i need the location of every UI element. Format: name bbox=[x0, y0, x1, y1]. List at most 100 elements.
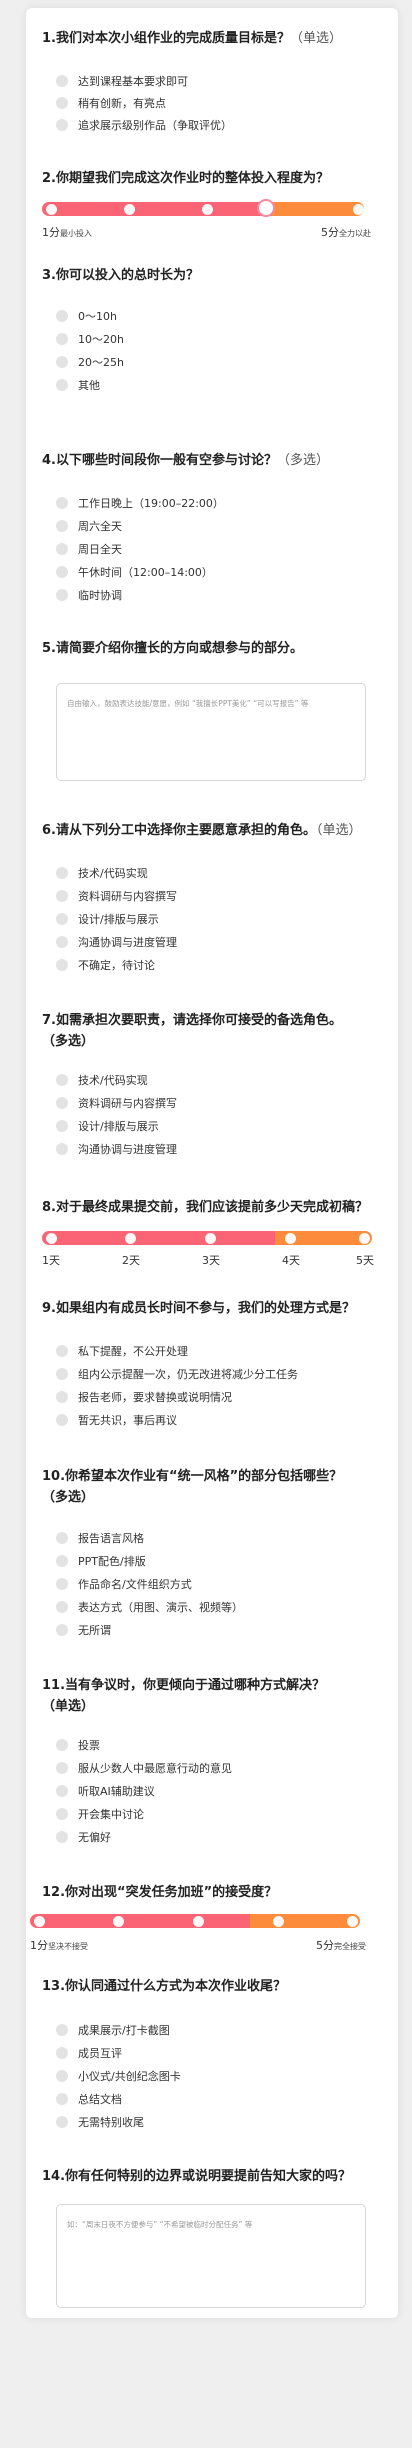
radio-button[interactable] bbox=[56, 1391, 68, 1403]
radio-button[interactable] bbox=[56, 97, 68, 109]
radio-button[interactable] bbox=[56, 2047, 68, 2059]
radio-button[interactable] bbox=[56, 890, 68, 902]
option[interactable]: 技术/代码实现 bbox=[56, 864, 148, 882]
question-title: 9.如果组内有成员长时间不参与，我们的处理方式是？ bbox=[42, 1301, 355, 1316]
radio-button[interactable] bbox=[56, 310, 68, 322]
radio-button[interactable] bbox=[56, 2093, 68, 2105]
option[interactable]: 稍有创新，有亮点 bbox=[56, 94, 166, 112]
radio-button[interactable] bbox=[56, 1831, 68, 1843]
radio-button[interactable] bbox=[56, 959, 68, 971]
radio-button[interactable] bbox=[56, 1739, 68, 1751]
checkbox[interactable] bbox=[56, 1097, 68, 1109]
radio-button[interactable] bbox=[56, 1414, 68, 1426]
question-title: 7.如需承担次要职责，请选择你可接受的备选角色。 （多选） bbox=[42, 1013, 342, 1049]
option[interactable]: 作品命名/文件组织方式 bbox=[56, 1575, 192, 1593]
option[interactable]: 临时协调 bbox=[56, 586, 122, 604]
checkbox[interactable] bbox=[56, 1601, 68, 1613]
radio-button[interactable] bbox=[56, 2024, 68, 2036]
slider-min-label: 1分最小投入 bbox=[42, 226, 92, 239]
radio-button[interactable] bbox=[56, 1762, 68, 1774]
radio-button[interactable] bbox=[56, 333, 68, 345]
radio-button[interactable] bbox=[56, 913, 68, 925]
option[interactable]: 追求展示级别作品（争取评优） bbox=[56, 116, 232, 134]
checkbox[interactable] bbox=[56, 589, 68, 601]
option[interactable]: 10～20h bbox=[56, 330, 124, 348]
slider-tick-label: 4天 bbox=[282, 1254, 300, 1267]
option[interactable]: 设计/排版与展示 bbox=[56, 1117, 159, 1135]
option[interactable]: 报告老师，要求替换或说明情况 bbox=[56, 1388, 232, 1406]
question-title: 10.你希望本次作业有“统一风格”的部分包括哪些？ （多选） bbox=[42, 1469, 343, 1505]
option[interactable]: 成员互评 bbox=[56, 2044, 122, 2062]
text-answer-field[interactable]: 如：“周末日夜不方便参与” “不希望被临时分配任务” 等 bbox=[56, 2204, 366, 2308]
radio-button[interactable] bbox=[56, 1368, 68, 1380]
option[interactable]: 组内公示提醒一次，仍无改进将减少分工任务 bbox=[56, 1365, 298, 1383]
radio-button[interactable] bbox=[56, 356, 68, 368]
slider-knob[interactable] bbox=[257, 199, 275, 217]
option[interactable]: 沟通协调与进度管理 bbox=[56, 933, 177, 951]
radio-button[interactable] bbox=[56, 379, 68, 391]
slider-tick-label: 5天 bbox=[356, 1254, 374, 1267]
rating-slider[interactable] bbox=[30, 1914, 360, 1928]
option[interactable]: 报告语言风格 bbox=[56, 1529, 144, 1547]
radio-button[interactable] bbox=[56, 1345, 68, 1357]
radio-button[interactable] bbox=[56, 2116, 68, 2128]
checkbox[interactable] bbox=[56, 1074, 68, 1086]
slider-tick-label: 2天 bbox=[122, 1254, 140, 1267]
option[interactable]: 0～10h bbox=[56, 307, 117, 325]
checkbox[interactable] bbox=[56, 543, 68, 555]
option[interactable]: 服从少数人中最愿意行动的意见 bbox=[56, 1759, 232, 1777]
slider-max-label: 5分全力以赴 bbox=[321, 226, 371, 239]
radio-button[interactable] bbox=[56, 75, 68, 87]
option[interactable]: 设计/排版与展示 bbox=[56, 910, 159, 928]
option[interactable]: 小仪式/共创纪念图卡 bbox=[56, 2067, 181, 2085]
radio-button[interactable] bbox=[56, 936, 68, 948]
option[interactable]: 无需特别收尾 bbox=[56, 2113, 144, 2131]
question-title: 6.请从下列分工中选择你主要愿意承担的角色。（单选） bbox=[42, 823, 362, 838]
checkbox[interactable] bbox=[56, 1532, 68, 1544]
question-title: 2.你期望我们完成这次作业时的整体投入程度为？ bbox=[42, 171, 329, 186]
option[interactable]: 暂无共识，事后再议 bbox=[56, 1411, 177, 1429]
option[interactable]: 不确定，待讨论 bbox=[56, 956, 155, 974]
option[interactable]: PPT配色/排版 bbox=[56, 1552, 146, 1570]
text-answer-field[interactable]: 自由输入，鼓励表达技能/意愿，例如 “我擅长PPT美化” “可以写报告” 等 bbox=[56, 683, 366, 781]
checkbox[interactable] bbox=[56, 520, 68, 532]
option[interactable]: 周日全天 bbox=[56, 540, 122, 558]
option[interactable]: 工作日晚上（19:00–22:00） bbox=[56, 494, 224, 512]
radio-button[interactable] bbox=[56, 2070, 68, 2082]
option[interactable]: 资料调研与内容撰写 bbox=[56, 887, 177, 905]
question-title: 5.请简要介绍你擅长的方向或想参与的部分。 bbox=[42, 641, 303, 656]
option[interactable]: 表达方式（用图、演示、视频等） bbox=[56, 1598, 243, 1616]
option[interactable]: 听取AI辅助建议 bbox=[56, 1782, 155, 1800]
option[interactable]: 资料调研与内容撰写 bbox=[56, 1094, 177, 1112]
option[interactable]: 周六全天 bbox=[56, 517, 122, 535]
option[interactable]: 开会集中讨论 bbox=[56, 1805, 144, 1823]
option[interactable]: 达到课程基本要求即可 bbox=[56, 72, 188, 90]
option[interactable]: 无所谓 bbox=[56, 1621, 111, 1639]
option[interactable]: 无偏好 bbox=[56, 1828, 111, 1846]
checkbox[interactable] bbox=[56, 1555, 68, 1567]
option[interactable]: 其他 bbox=[56, 376, 100, 394]
option[interactable]: 成果展示/打卡截图 bbox=[56, 2021, 170, 2039]
checkbox[interactable] bbox=[56, 1624, 68, 1636]
checkbox[interactable] bbox=[56, 497, 68, 509]
question-title: 8.对于最终成果提交前，我们应该提前多少天完成初稿？ bbox=[42, 1200, 368, 1215]
question-title: 4.以下哪些时间段你一般有空参与讨论？（多选） bbox=[42, 453, 329, 468]
checkbox[interactable] bbox=[56, 1578, 68, 1590]
checkbox[interactable] bbox=[56, 1143, 68, 1155]
option[interactable]: 沟通协调与进度管理 bbox=[56, 1140, 177, 1158]
checkbox[interactable] bbox=[56, 1120, 68, 1132]
radio-button[interactable] bbox=[56, 1808, 68, 1820]
option[interactable]: 午休时间（12:00–14:00） bbox=[56, 563, 213, 581]
days-slider[interactable] bbox=[42, 1231, 372, 1245]
option[interactable]: 投票 bbox=[56, 1736, 100, 1754]
option[interactable]: 20～25h bbox=[56, 353, 124, 371]
option[interactable]: 私下提醒，不公开处理 bbox=[56, 1342, 188, 1360]
option[interactable]: 总结文档 bbox=[56, 2090, 122, 2108]
question-title: 3.你可以投入的总时长为？ bbox=[42, 268, 199, 283]
radio-button[interactable] bbox=[56, 1785, 68, 1797]
radio-button[interactable] bbox=[56, 867, 68, 879]
radio-button[interactable] bbox=[56, 119, 68, 131]
option[interactable]: 技术/代码实现 bbox=[56, 1071, 148, 1089]
checkbox[interactable] bbox=[56, 566, 68, 578]
rating-slider[interactable] bbox=[42, 199, 364, 217]
